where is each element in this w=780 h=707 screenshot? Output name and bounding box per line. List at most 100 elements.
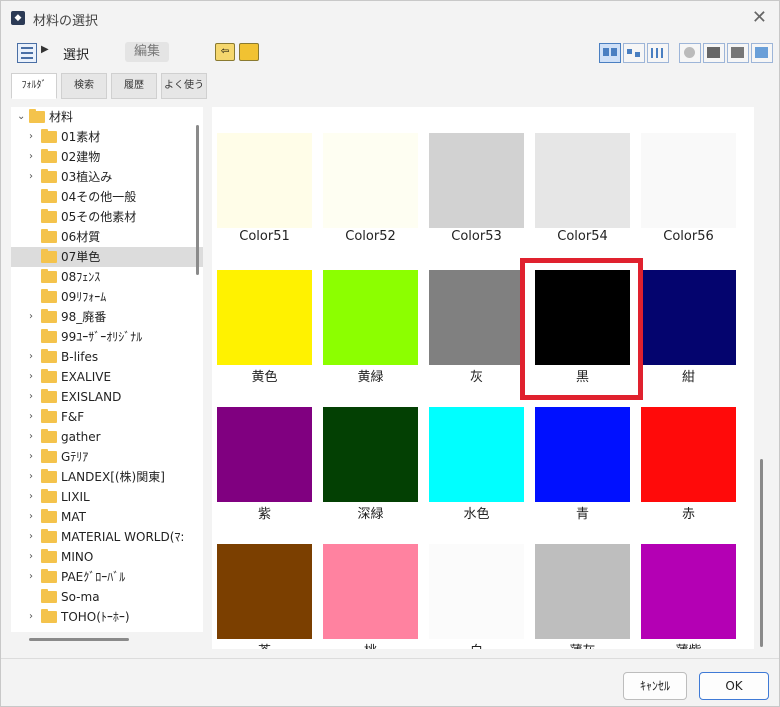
tree-item[interactable]: 99ﾕｰｻﾞｰｵﾘｼﾞﾅﾙ	[11, 327, 203, 347]
chevron-right-icon[interactable]: ›	[29, 147, 39, 167]
material-swatch[interactable]	[429, 270, 524, 365]
chevron-right-icon[interactable]: ›	[29, 367, 39, 387]
chevron-right-icon[interactable]: ›	[29, 607, 39, 627]
tree-item[interactable]: › PAEｸﾞﾛｰﾊﾞﾙ	[11, 567, 203, 587]
material-tile[interactable]: 白	[424, 518, 524, 649]
material-swatch[interactable]	[323, 133, 418, 228]
material-swatch[interactable]	[323, 407, 418, 502]
material-swatch[interactable]	[323, 270, 418, 365]
material-swatch[interactable]	[323, 544, 418, 639]
tree-item[interactable]: › TOHO(ﾄｰﾎｰ)	[11, 607, 203, 627]
material-swatch[interactable]	[641, 544, 736, 639]
material-swatch[interactable]	[535, 544, 630, 639]
back-arrow-icon[interactable]: ⇦	[215, 43, 235, 61]
tree-item[interactable]: › MINO	[11, 547, 203, 567]
ok-button[interactable]: OK	[699, 672, 769, 700]
material-tile[interactable]: 茶	[212, 518, 312, 649]
tree-item[interactable]: › Gﾃﾘｱ	[11, 447, 203, 467]
chevron-right-icon[interactable]: ›	[29, 547, 39, 567]
image-preview-icon[interactable]	[751, 43, 773, 63]
chevron-right-icon[interactable]: ›	[29, 167, 39, 187]
tree-item[interactable]: 08ﾌｪﾝｽ	[11, 267, 203, 287]
material-tile[interactable]: 水色	[424, 381, 524, 522]
close-icon[interactable]: ✕	[752, 7, 767, 28]
tree-item[interactable]: › MATERIAL WORLD(ﾏ:	[11, 527, 203, 547]
tree-item[interactable]: › EXISLAND	[11, 387, 203, 407]
tree-item[interactable]: 09ﾘﾌｫｰﾑ	[11, 287, 203, 307]
material-tile[interactable]: 深緑	[318, 381, 418, 522]
tree-item[interactable]: › LANDEX[(株)関東]	[11, 467, 203, 487]
tree-item[interactable]: › gather	[11, 427, 203, 447]
material-tile[interactable]: 灰	[424, 244, 524, 385]
tree-item[interactable]: › LIXIL	[11, 487, 203, 507]
material-tile[interactable]: 黄色	[212, 244, 312, 385]
material-swatch[interactable]	[641, 270, 736, 365]
material-tile[interactable]: Color54	[530, 107, 630, 244]
material-swatch[interactable]	[535, 407, 630, 502]
chevron-right-icon[interactable]: ›	[29, 127, 39, 147]
chevron-right-icon[interactable]: ›	[29, 527, 39, 547]
select-mode-button[interactable]: 選択	[63, 44, 89, 63]
tree-horizontal-scrollbar[interactable]	[29, 638, 129, 641]
tree-scrollbar[interactable]	[196, 125, 199, 275]
tree-item[interactable]: › 98_廃番	[11, 307, 203, 327]
tree-item[interactable]: 06材質	[11, 227, 203, 247]
material-tile[interactable]: Color51	[212, 107, 312, 244]
material-swatch[interactable]	[535, 133, 630, 228]
tab-favorites[interactable]: よく使う	[161, 73, 207, 99]
material-tile[interactable]: 薄灰	[530, 518, 630, 649]
material-tile[interactable]: 赤	[636, 381, 736, 522]
pattern-preview-icon[interactable]	[703, 43, 725, 63]
tree-item[interactable]: › EXALIVE	[11, 367, 203, 387]
list-menu-icon[interactable]	[17, 43, 37, 63]
chevron-down-icon[interactable]: ⌄	[17, 107, 27, 127]
cancel-button[interactable]: ｷｬﾝｾﾙ	[623, 672, 687, 700]
chevron-right-icon[interactable]: ›	[29, 387, 39, 407]
material-swatch[interactable]	[217, 407, 312, 502]
material-tile[interactable]: Color52	[318, 107, 418, 244]
material-tile[interactable]: 紺	[636, 244, 736, 385]
detail-view-button[interactable]	[647, 43, 669, 63]
material-swatch[interactable]	[217, 544, 312, 639]
grid-scrollbar[interactable]	[760, 459, 763, 647]
tag-icon[interactable]	[239, 43, 259, 61]
material-swatch[interactable]	[429, 133, 524, 228]
material-tile[interactable]: 青	[530, 381, 630, 522]
chevron-right-icon[interactable]: ›	[29, 307, 39, 327]
chevron-right-icon[interactable]: ›	[29, 567, 39, 587]
tree-item[interactable]: 07単色	[11, 247, 203, 267]
material-swatch[interactable]	[641, 407, 736, 502]
tab-history[interactable]: 履歴	[111, 73, 157, 99]
material-swatch[interactable]	[217, 270, 312, 365]
material-tile[interactable]: 紫	[212, 381, 312, 522]
flat-preview-icon[interactable]	[727, 43, 749, 63]
tree-item[interactable]: So-ma	[11, 587, 203, 607]
large-thumbnail-view-button[interactable]	[599, 43, 621, 63]
shape-preview-icon[interactable]	[679, 43, 701, 63]
chevron-right-icon[interactable]: ▶	[41, 44, 49, 55]
edit-mode-button[interactable]: 編集	[125, 42, 169, 62]
chevron-right-icon[interactable]: ›	[29, 507, 39, 527]
material-swatch[interactable]	[217, 133, 312, 228]
material-tile[interactable]: Color56	[636, 107, 736, 244]
tree-item[interactable]: 05その他素材	[11, 207, 203, 227]
tree-item[interactable]: › 01素材	[11, 127, 203, 147]
tree-item[interactable]: › 03植込み	[11, 167, 203, 187]
chevron-right-icon[interactable]: ›	[29, 427, 39, 447]
tab-search[interactable]: 検索	[61, 73, 107, 99]
material-tile[interactable]: Color53	[424, 107, 524, 244]
chevron-right-icon[interactable]: ›	[29, 347, 39, 367]
material-tile[interactable]: 桃	[318, 518, 418, 649]
tree-item[interactable]: › B-lifes	[11, 347, 203, 367]
folder-tree[interactable]: ⌄ 材料 › 01素材 › 02建物 › 03植込み 04その他一般 05その他素材 06材質 07単…	[11, 107, 203, 632]
material-tile[interactable]: 黄緑	[318, 244, 418, 385]
material-swatch[interactable]	[429, 544, 524, 639]
chevron-right-icon[interactable]: ›	[29, 447, 39, 467]
material-swatch[interactable]	[641, 133, 736, 228]
tree-item[interactable]: › 02建物	[11, 147, 203, 167]
chevron-right-icon[interactable]: ›	[29, 487, 39, 507]
chevron-right-icon[interactable]: ›	[29, 467, 39, 487]
tree-item[interactable]: › MAT	[11, 507, 203, 527]
tab-folder[interactable]: ﾌｫﾙﾀﾞ	[11, 73, 57, 99]
tree-item[interactable]: › F&F	[11, 407, 203, 427]
